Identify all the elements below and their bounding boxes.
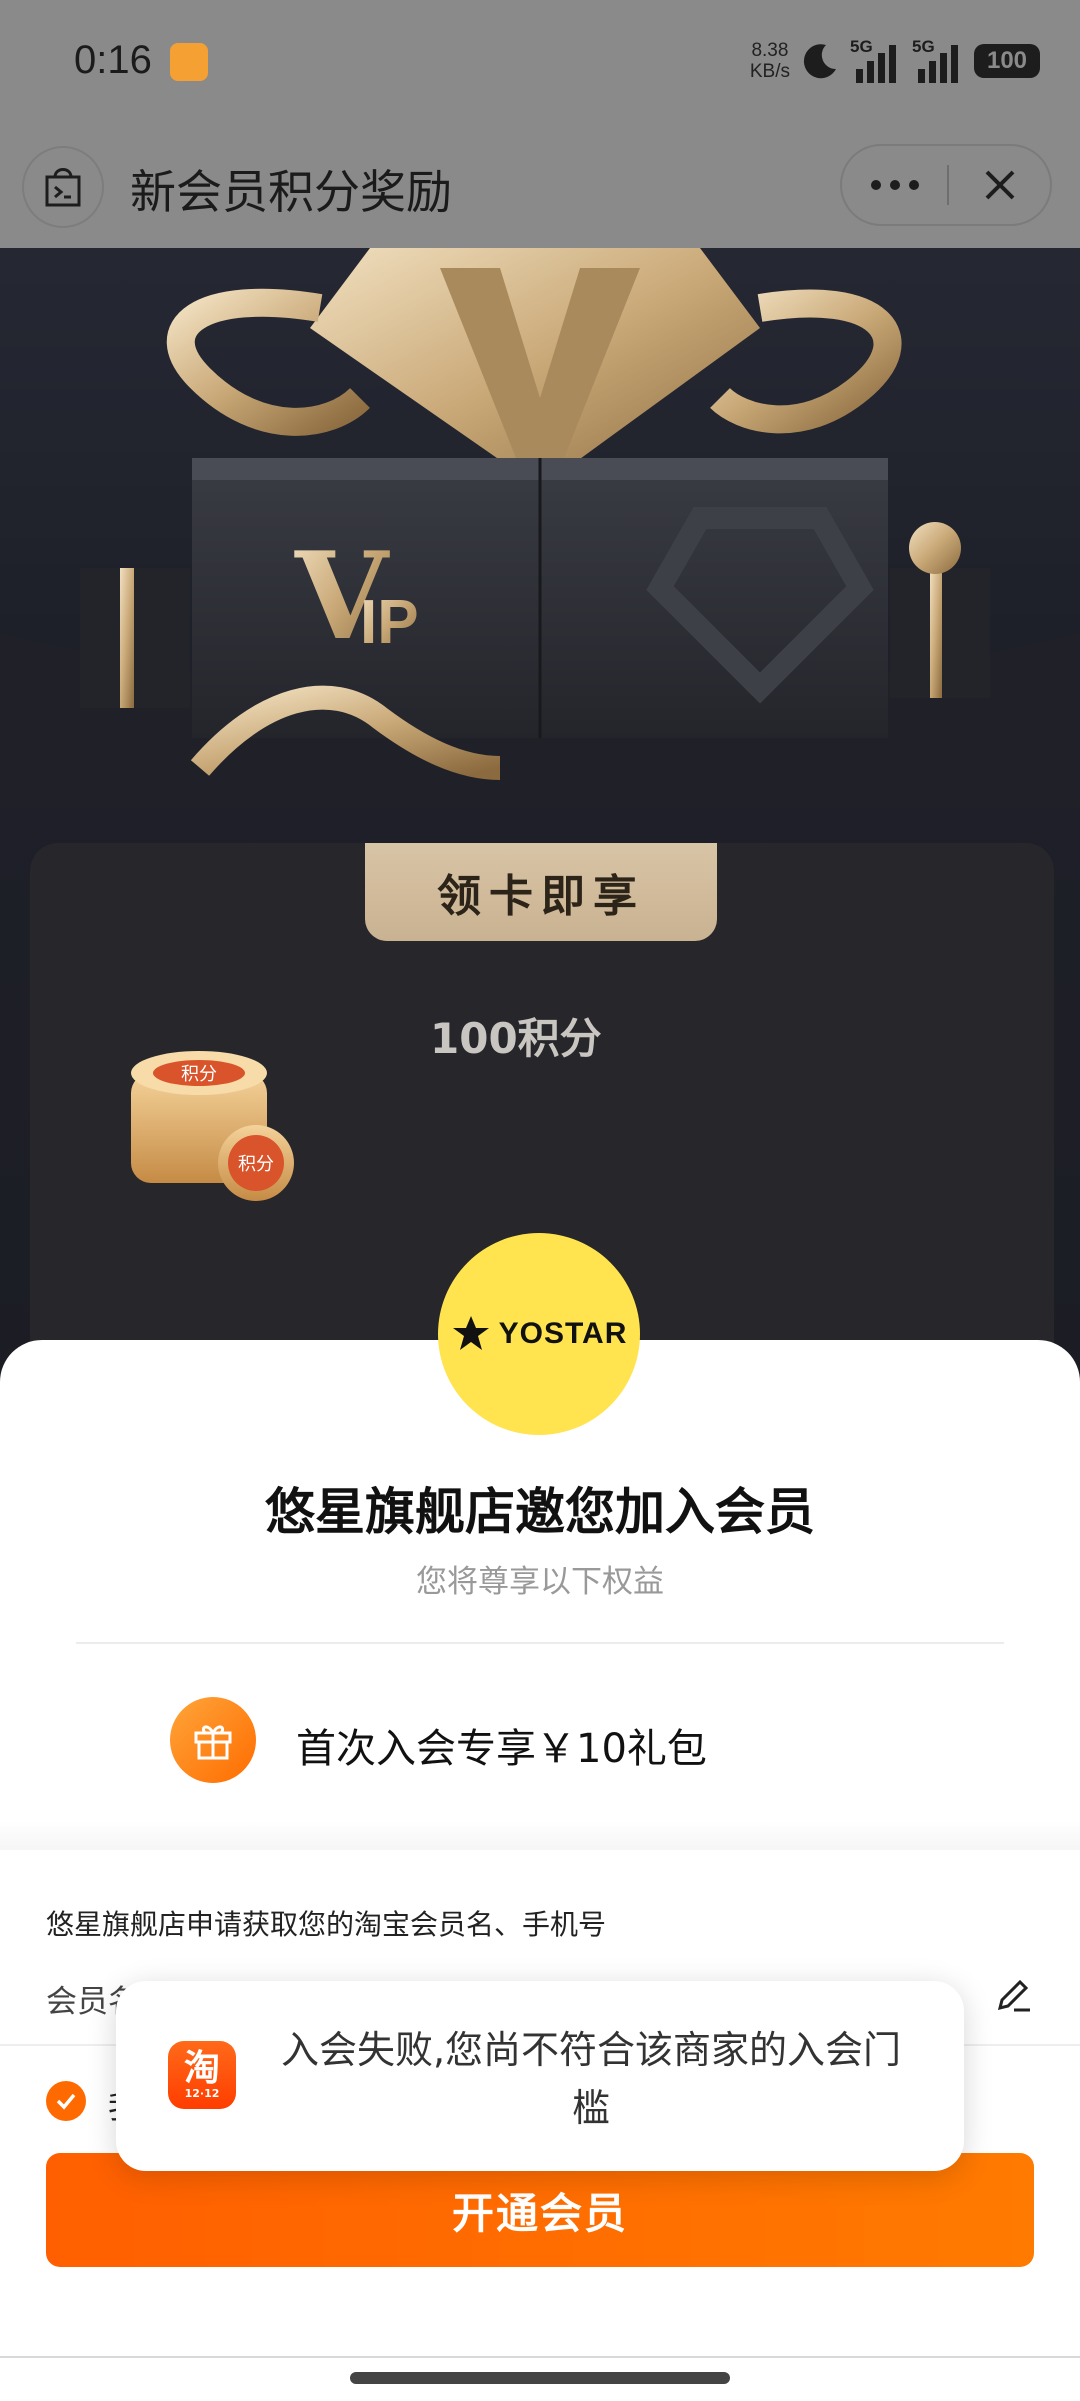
vip-gift-box-illustration: V IP	[0, 248, 1080, 808]
network-speed-value: 8.38	[751, 40, 789, 61]
card-ribbon-text: 领卡即享	[437, 871, 645, 922]
nav-bar-divider	[0, 2356, 1080, 2358]
more-button[interactable]	[842, 146, 947, 224]
network-speed: 8.38 KB/s	[750, 40, 790, 82]
taobao-icon-date: 12·12	[184, 2087, 220, 2100]
yostar-star-icon	[452, 1316, 489, 1350]
page-title: 新会员积分奖励	[130, 165, 452, 219]
edit-pencil-icon[interactable]	[994, 1974, 1034, 2014]
coin-label-top: 积分	[181, 1064, 217, 1085]
checkmark-icon	[56, 2093, 76, 2110]
points-coin-stack-icon: 积分 积分	[131, 1051, 294, 1201]
authorization-request-text: 悠星旗舰店申请获取您的淘宝会员名、手机号	[46, 1908, 607, 1941]
divider	[76, 1642, 1004, 1644]
brand-logo: YOSTAR	[438, 1233, 640, 1435]
close-icon	[985, 170, 1014, 200]
taobao-icon-char: 淘	[183, 2048, 220, 2089]
signal-2-label: 5G	[912, 37, 935, 56]
status-time: 0:16	[74, 38, 152, 82]
signal-1-label: 5G	[850, 37, 873, 56]
do-not-disturb-moon-icon	[803, 44, 836, 79]
coin-label-side: 积分	[238, 1154, 274, 1175]
gift-icon	[194, 1725, 232, 1760]
more-dots-icon	[870, 180, 919, 190]
points-reward-text: 100积分	[430, 1014, 602, 1063]
shop-icon-button[interactable]	[22, 146, 104, 228]
page: V IP 领卡即享 100积分 积分 积分 0:16 8.38 KB/s 5G …	[0, 0, 1080, 2401]
network-speed-unit: KB/s	[749, 61, 790, 82]
error-toast: 淘 12·12 入会失败,您尚不符合该商家的入会门槛	[116, 1981, 964, 2171]
shopping-bag-icon	[45, 168, 81, 207]
section-separator	[0, 1820, 1080, 1850]
brand-logo-text: YOSTAR	[498, 1317, 628, 1350]
toast-message: 入会失败,您尚不符合该商家的入会门槛	[280, 2028, 902, 2130]
signal-strength-icon-1: 5G	[850, 37, 902, 83]
mini-program-capsule	[840, 144, 1052, 226]
home-indicator[interactable]	[350, 2372, 730, 2384]
battery-icon: 100	[974, 44, 1040, 78]
benefit-gift-text: 首次入会专享￥10礼包	[296, 1726, 707, 1772]
gift-badge	[170, 1697, 256, 1783]
status-indicators: 8.38 KB/s 5G 5G 100	[750, 36, 1040, 86]
notification-app-icon	[170, 43, 208, 81]
card-ribbon: 领卡即享	[365, 843, 717, 941]
signal-strength-icon-2: 5G	[912, 37, 964, 83]
sheet-subtitle: 您将尊享以下权益	[416, 1564, 664, 1600]
vip-text: IP	[360, 588, 419, 657]
battery-level: 100	[986, 47, 1028, 74]
close-button[interactable]	[949, 146, 1050, 224]
taobao-app-icon: 淘 12·12	[168, 2041, 236, 2109]
agreement-checkbox[interactable]	[46, 2081, 86, 2121]
sheet-title: 悠星旗舰店邀您加入会员	[265, 1483, 815, 1541]
